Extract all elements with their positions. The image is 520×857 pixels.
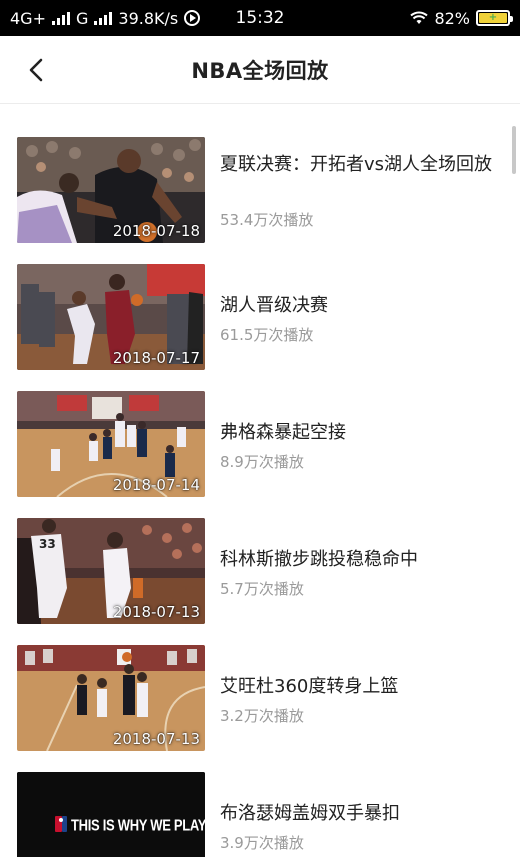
page-title: NBA全场回放 xyxy=(191,58,329,83)
video-title[interactable]: 弗格森暴起空接 xyxy=(220,419,505,447)
video-title[interactable]: 科林斯撤步跳投稳稳命中 xyxy=(220,546,505,574)
video-date: 2018-07-17 xyxy=(112,349,200,367)
video-title[interactable]: 夏联决赛：开拓者vs湖人全场回放 xyxy=(220,151,505,179)
network-type-label-2: G xyxy=(75,8,89,28)
video-date: 2018-07-13 xyxy=(112,603,200,621)
video-view-count: 5.7万次播放 xyxy=(220,580,304,598)
video-date: 2018-07-18 xyxy=(112,222,200,240)
video-thumbnail[interactable]: THIS IS WHY WE PLAY xyxy=(17,772,205,857)
video-view-count: 3.2万次播放 xyxy=(220,707,304,725)
video-view-count: 8.9万次播放 xyxy=(220,453,304,471)
video-view-count: 3.9万次播放 xyxy=(220,834,304,852)
status-bar: 4G+ G 39.8K/s 15:32 82% + xyxy=(0,0,520,36)
video-item[interactable]: 2018-07-18 夏联决赛：开拓者vs湖人全场回放 53.4万次播放 xyxy=(0,137,520,245)
video-title[interactable]: 艾旺杜360度转身上篮 xyxy=(220,673,505,701)
back-button[interactable] xyxy=(18,52,54,88)
video-thumbnail[interactable]: 2018-07-13 xyxy=(17,645,205,751)
video-thumbnail[interactable]: 2018-07-14 xyxy=(17,391,205,497)
video-view-count: 53.4万次播放 xyxy=(220,211,314,229)
video-view-count: 61.5万次播放 xyxy=(220,326,314,344)
thumbnail-caption: THIS IS WHY WE PLAY xyxy=(71,816,205,834)
svg-text:33: 33 xyxy=(39,537,56,551)
status-time: 15:32 xyxy=(235,8,285,28)
wifi-icon xyxy=(410,11,429,24)
video-item[interactable]: 2018-07-14 弗格森暴起空接 8.9万次播放 xyxy=(0,391,520,499)
video-title[interactable]: 湖人晋级决赛 xyxy=(220,292,505,320)
video-thumbnail[interactable]: 2018-07-17 xyxy=(17,264,205,370)
chevron-left-icon xyxy=(29,58,43,82)
signal-icon xyxy=(51,11,70,25)
video-item[interactable]: 2018-07-17 湖人晋级决赛 61.5万次播放 xyxy=(0,264,520,372)
media-play-icon xyxy=(184,10,201,26)
signal-icon-2 xyxy=(94,11,113,25)
video-thumbnail[interactable]: 33 2018-07-13 xyxy=(17,518,205,624)
nba-logo-banner xyxy=(17,772,205,857)
video-date: 2018-07-14 xyxy=(112,476,200,494)
video-date: 2018-07-13 xyxy=(112,730,200,748)
nav-header: NBA全场回放 xyxy=(0,36,520,104)
video-title[interactable]: 布洛瑟姆盖姆双手暴扣 xyxy=(220,800,505,828)
video-item[interactable]: 33 2018-07-13 科林斯撤步跳投稳稳命中 5.7万次播放 xyxy=(0,518,520,626)
battery-percent: 82% xyxy=(434,8,470,28)
network-type-label: 4G+ xyxy=(10,8,46,28)
battery-icon: + xyxy=(476,10,513,26)
status-right: 82% + xyxy=(410,8,513,28)
status-left: 4G+ G 39.8K/s xyxy=(10,9,410,28)
network-speed: 39.8K/s xyxy=(118,8,179,28)
video-thumbnail[interactable]: 2018-07-18 xyxy=(17,137,205,243)
video-item[interactable]: THIS IS WHY WE PLAY 布洛瑟姆盖姆双手暴扣 3.9万次播放 xyxy=(0,772,520,857)
video-item[interactable]: 2018-07-13 艾旺杜360度转身上篮 3.2万次播放 xyxy=(0,645,520,753)
